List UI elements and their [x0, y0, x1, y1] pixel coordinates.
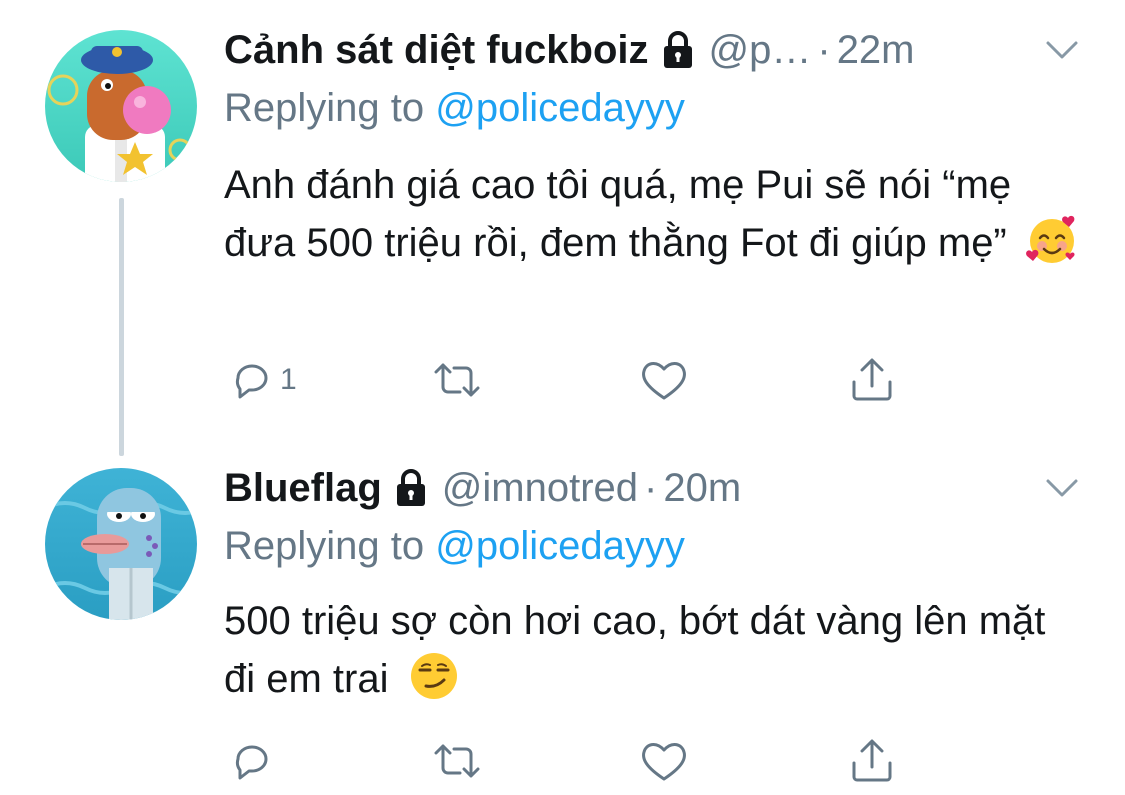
- replying-to: Replying to @policedayyy: [224, 524, 685, 569]
- retweet-icon: [434, 363, 480, 397]
- tweet-text-content: 500 triệu sợ còn hơi cao, bớt dát vàng l…: [224, 599, 1046, 701]
- reply-button[interactable]: [230, 736, 280, 786]
- smirking-face-icon: [410, 653, 457, 699]
- mention-link[interactable]: @policedayyy: [435, 524, 685, 568]
- reply-button[interactable]: 1: [230, 355, 297, 405]
- share-button[interactable]: [848, 736, 896, 786]
- user-handle[interactable]: @p…: [709, 28, 812, 73]
- chevron-down-icon[interactable]: [1042, 38, 1082, 62]
- display-name[interactable]: Cảnh sát diệt fuckboiz: [224, 28, 649, 73]
- timestamp[interactable]: 22m: [837, 28, 915, 73]
- share-button[interactable]: [848, 355, 896, 405]
- replying-prefix: Replying to: [224, 524, 425, 568]
- separator-dot: ·: [817, 27, 831, 72]
- reply-icon: [235, 364, 268, 399]
- tweet-text-content: Anh đánh giá cao tôi quá, mẹ Pui sẽ nói …: [224, 163, 1012, 265]
- reply-icon: [235, 745, 268, 780]
- retweet-button[interactable]: [432, 736, 482, 786]
- replying-to: Replying to @policedayyy: [224, 86, 685, 131]
- avatar[interactable]: [45, 30, 197, 182]
- share-icon: [852, 739, 892, 782]
- thread-connector-line: [119, 198, 124, 456]
- tweet-1[interactable]: Cảnh sát diệt fuckboiz @p… · 22m Replyin…: [0, 0, 1125, 456]
- reply-count: 1: [280, 363, 297, 396]
- tweet-header: Blueflag @imnotred · 20m: [224, 460, 741, 516]
- mention-link[interactable]: @policedayyy: [435, 86, 685, 130]
- replying-prefix: Replying to: [224, 86, 425, 130]
- retweet-icon: [434, 744, 480, 778]
- like-button[interactable]: [640, 736, 688, 786]
- tweet-text: Anh đánh giá cao tôi quá, mẹ Pui sẽ nói …: [224, 156, 1084, 272]
- retweet-button[interactable]: [432, 355, 482, 405]
- timestamp[interactable]: 20m: [663, 466, 741, 511]
- heart-icon: [642, 743, 686, 781]
- smiling-face-with-hearts-icon: [1025, 215, 1075, 263]
- avatar[interactable]: [45, 468, 197, 620]
- user-handle[interactable]: @imnotred: [442, 466, 638, 511]
- share-icon: [852, 358, 892, 401]
- tweet-text: 500 triệu sợ còn hơi cao, bớt dát vàng l…: [224, 592, 1084, 708]
- tweet-header: Cảnh sát diệt fuckboiz @p… · 22m: [224, 22, 915, 78]
- display-name[interactable]: Blueflag: [224, 466, 382, 511]
- police-officer-avatar-image: [45, 30, 197, 182]
- tweet-2[interactable]: Blueflag @imnotred · 20m Replying to @po…: [0, 450, 1125, 795]
- lock-icon: [663, 31, 692, 68]
- chevron-down-icon[interactable]: [1042, 476, 1082, 500]
- separator-dot: ·: [644, 465, 658, 510]
- lock-icon: [396, 469, 425, 506]
- like-button[interactable]: [640, 355, 688, 405]
- blue-fish-avatar-image: [45, 468, 197, 620]
- heart-icon: [642, 362, 686, 400]
